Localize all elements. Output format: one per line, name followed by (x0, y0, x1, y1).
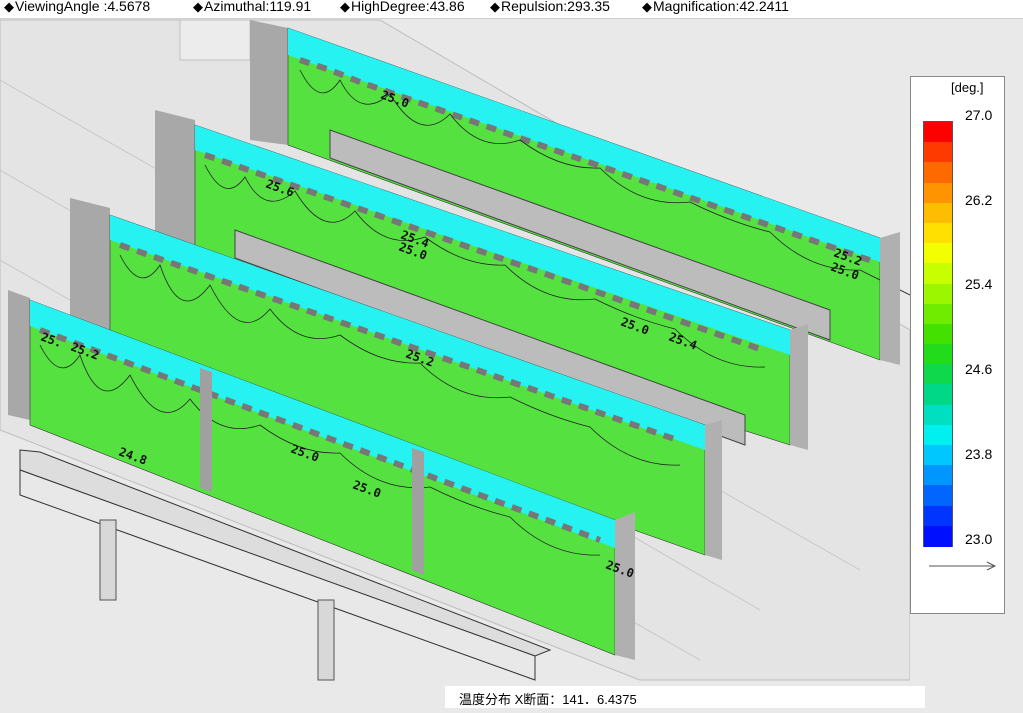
view-parameters-bar: ◆ViewingAngle :4.5678 ◆Azimuthal:119.91 … (0, 0, 1023, 19)
legend-unit-label: [deg.] (951, 80, 984, 95)
legend-tick: 23.8 (965, 446, 993, 462)
legend-color-segment (924, 283, 952, 305)
legend-color-segment (924, 263, 952, 285)
arrow-right-icon (929, 561, 997, 571)
legend-color-segment (924, 445, 952, 467)
legend-color-segment (924, 344, 952, 366)
3d-viewport[interactable]: 25.0 25.2 25.0 25.6 25.4 25.0 25.0 25.4 (0, 18, 910, 686)
color-scale-legend: [deg.] 27.0 26.2 25.4 24.6 23.8 23.0 (910, 76, 1005, 614)
legend-tick: 26.2 (965, 192, 993, 208)
legend-color-segment (924, 202, 952, 224)
param-azimuthal: ◆Azimuthal:119.91 (193, 0, 312, 14)
legend-color-segment (924, 525, 952, 547)
legend-color-segment (924, 142, 952, 164)
legend-color-segment (924, 505, 952, 527)
legend-color-bar (923, 121, 953, 547)
legend-color-segment (924, 465, 952, 487)
caption-text: 温度分布 X断面：141．6.4375 (459, 692, 637, 707)
legend-tick: 27.0 (965, 107, 993, 123)
legend-color-segment (924, 485, 952, 507)
param-magnification: ◆Magnification:42.2411 (642, 0, 789, 14)
legend-color-segment (924, 364, 952, 386)
legend-color-segment (924, 122, 952, 143)
param-viewing-angle: ◆ViewingAngle :4.5678 (4, 0, 151, 14)
section-caption: 温度分布 X断面：141．6.4375 (445, 686, 925, 708)
legend-color-segment (924, 182, 952, 204)
legend-color-segment (924, 424, 952, 446)
param-repulsion: ◆Repulsion:293.35 (490, 0, 610, 14)
legend-color-segment (924, 303, 952, 325)
legend-color-segment (924, 384, 952, 406)
legend-color-segment (924, 162, 952, 184)
back-wall (179, 19, 251, 61)
legend-color-segment (924, 323, 952, 345)
legend-color-segment (924, 243, 952, 265)
legend-tick: 23.0 (965, 531, 993, 547)
legend-tick: 25.4 (965, 276, 993, 292)
legend-color-segment (924, 404, 952, 426)
param-high-degree: ◆HighDegree:43.86 (340, 0, 465, 14)
legend-color-segment (924, 222, 952, 244)
legend-tick: 24.6 (965, 361, 993, 377)
